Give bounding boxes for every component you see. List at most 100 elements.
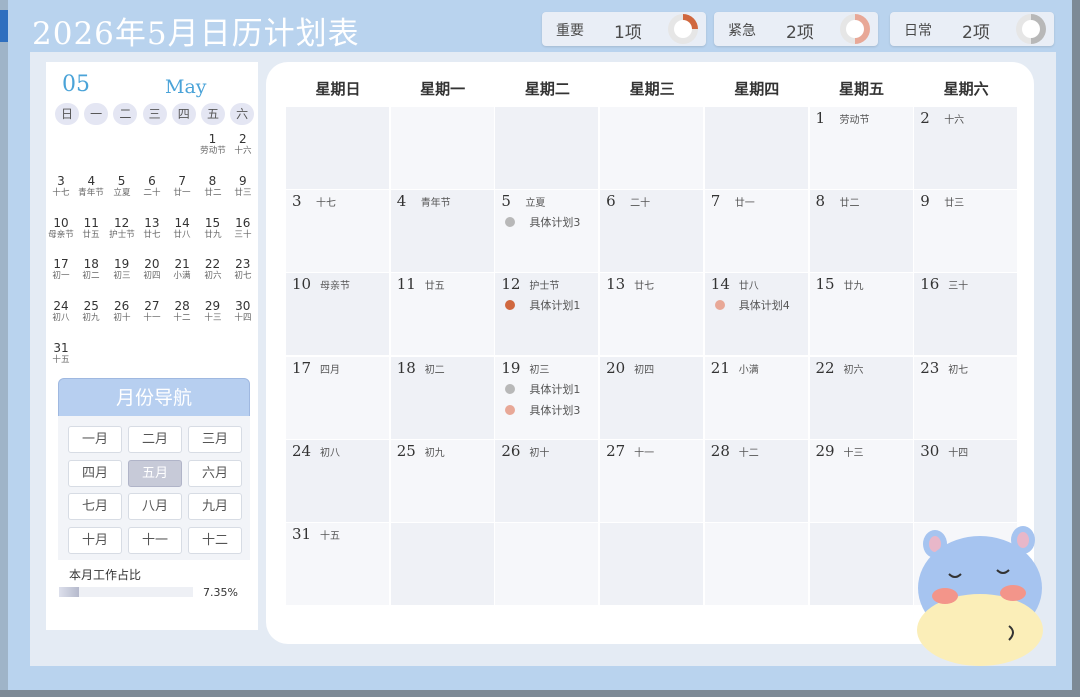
calendar-day-cell[interactable]: 13 廿七 xyxy=(600,273,704,356)
month-button[interactable]: 十二 xyxy=(188,526,242,554)
calendar-day-cell[interactable]: 3 十七 xyxy=(286,190,389,273)
mini-day-cell[interactable]: 10 母亲节 xyxy=(46,216,76,241)
mini-day-cell[interactable]: 13 廿七 xyxy=(137,216,167,241)
calendar-day-cell[interactable]: 2 十六 xyxy=(914,107,1018,189)
mini-day-cell[interactable]: 5 立夏 xyxy=(107,174,137,199)
day-number: 5 xyxy=(501,192,511,211)
mini-day-cell[interactable]: 1 劳动节 xyxy=(198,132,228,157)
day-lunar-label: 青年节 xyxy=(420,198,451,210)
day-lunar-label: 二十 xyxy=(630,198,651,210)
calendar-day-cell[interactable]: 12 护士节 具体计划1 xyxy=(495,273,599,356)
mini-day-cell[interactable]: 20 初四 xyxy=(137,257,167,282)
day-lunar-label: 廿七 xyxy=(634,281,655,293)
calendar-day-cell[interactable]: 22 初六 xyxy=(809,356,913,439)
calendar-day-cell[interactable] xyxy=(495,523,599,605)
mini-day-cell[interactable]: 4 青年节 xyxy=(76,174,106,199)
mini-day-cell[interactable]: 22 初六 xyxy=(198,257,228,282)
calendar-day-cell[interactable]: 26 初十 xyxy=(495,439,599,522)
calendar-day-cell[interactable]: 14 廿八 具体计划4 xyxy=(704,273,808,356)
calendar-day-cell[interactable]: 1 劳动节 xyxy=(809,107,913,189)
month-button[interactable]: 九月 xyxy=(188,493,242,520)
calendar-day-cell[interactable]: 16 三十 xyxy=(914,273,1018,356)
calendar-day-cell[interactable]: 31 十五 xyxy=(286,523,389,605)
mini-weekday-label: 六 xyxy=(230,103,255,125)
calendar-day-cell[interactable]: 4 青年节 xyxy=(390,190,494,273)
calendar-day-cell[interactable]: 5 立夏 具体计划3 xyxy=(495,190,599,273)
mini-day-cell[interactable]: 23 初七 xyxy=(228,257,258,282)
calendar-day-cell[interactable]: 21 小满 xyxy=(704,356,808,439)
day-number: 30 xyxy=(920,441,940,460)
month-button[interactable]: 一月 xyxy=(68,426,122,453)
event-item[interactable]: 具体计划4 xyxy=(714,297,790,313)
calendar-day-cell[interactable] xyxy=(495,107,599,189)
event-item[interactable]: 具体计划1 xyxy=(505,297,580,313)
calendar-day-cell[interactable]: 17 四月 xyxy=(286,356,389,439)
calendar-day-cell[interactable] xyxy=(704,523,808,605)
mini-day-cell[interactable]: 14 廿八 xyxy=(167,216,197,241)
mini-day-cell[interactable]: 19 初三 xyxy=(107,257,137,282)
calendar-day-cell[interactable]: 8 廿二 xyxy=(809,190,913,273)
mini-day-cell[interactable]: 6 二十 xyxy=(137,174,167,199)
mini-day-cell[interactable]: 31 十五 xyxy=(46,341,76,366)
calendar-day-cell[interactable] xyxy=(390,107,494,189)
mini-day-cell[interactable]: 9 廿三 xyxy=(228,174,258,199)
event-item[interactable]: 具体计划1 xyxy=(505,381,580,397)
day-number: 28 xyxy=(710,441,730,460)
calendar-day-cell[interactable] xyxy=(704,107,808,189)
month-button[interactable]: 八月 xyxy=(128,493,182,520)
month-button[interactable]: 三月 xyxy=(188,426,242,453)
calendar-day-cell[interactable]: 30 十四 xyxy=(914,439,1018,522)
month-button[interactable]: 四月 xyxy=(68,459,122,487)
mini-day-cell[interactable]: 16 三十 xyxy=(228,216,258,241)
calendar-day-cell[interactable]: 25 初九 xyxy=(390,439,494,522)
day-number: 4 xyxy=(396,192,407,211)
calendar-day-cell[interactable]: 29 十三 xyxy=(809,439,913,522)
calendar-day-cell[interactable]: 9 廿三 xyxy=(914,190,1018,273)
mini-day-cell[interactable]: 27 十一 xyxy=(137,299,167,324)
mini-day-cell[interactable]: 3 十七 xyxy=(46,174,76,199)
mini-day-cell[interactable]: 18 初二 xyxy=(76,257,106,282)
mini-day-cell[interactable]: 25 初九 xyxy=(76,299,106,324)
calendar-day-cell[interactable]: 6 二十 xyxy=(600,190,704,273)
calendar-day-cell[interactable]: 10 母亲节 xyxy=(286,273,389,356)
event-item[interactable]: 具体计划3 xyxy=(505,214,580,230)
mini-day-cell[interactable]: 11 廿五 xyxy=(76,216,106,241)
calendar-day-cell[interactable]: 18 初二 xyxy=(390,356,494,439)
mini-day-cell[interactable]: 29 十三 xyxy=(198,299,228,324)
month-button[interactable]: 六月 xyxy=(188,459,242,487)
calendar-day-cell[interactable]: 11 廿五 xyxy=(390,273,494,356)
mini-day-cell[interactable]: 30 十四 xyxy=(228,299,258,324)
calendar-day-cell[interactable]: 27 十一 xyxy=(600,439,704,522)
day-number: 29 xyxy=(815,441,835,460)
calendar-day-cell[interactable]: 19 初三 具体计划1 具体计划3 xyxy=(495,356,599,439)
month-button[interactable]: 七月 xyxy=(68,493,122,520)
month-button[interactable]: 五月 xyxy=(128,459,182,487)
month-button[interactable]: 十一 xyxy=(128,526,182,554)
mini-day-number: 5 xyxy=(117,173,126,188)
calendar-day-cell[interactable] xyxy=(390,523,494,605)
mini-day-cell[interactable]: 8 廿二 xyxy=(198,174,228,199)
mini-day-cell[interactable]: 28 十二 xyxy=(167,299,197,324)
mini-day-cell[interactable]: 12 护士节 xyxy=(107,216,137,241)
mini-day-cell[interactable]: 15 廿九 xyxy=(198,216,228,241)
day-lunar-label: 廿二 xyxy=(839,198,860,210)
calendar-day-cell[interactable] xyxy=(600,523,704,605)
calendar-day-cell[interactable]: 28 十二 xyxy=(704,439,808,522)
calendar-day-cell[interactable]: 15 廿九 xyxy=(809,273,913,356)
month-button[interactable]: 二月 xyxy=(128,426,182,453)
mini-day-cell[interactable]: 7 廿一 xyxy=(167,174,197,199)
mini-day-cell[interactable]: 17 初一 xyxy=(46,257,76,282)
calendar-day-cell[interactable]: 23 初七 xyxy=(914,356,1018,439)
calendar-day-cell[interactable] xyxy=(286,107,389,189)
mini-day-cell[interactable]: 26 初十 xyxy=(107,299,137,324)
calendar-day-cell[interactable] xyxy=(600,107,704,189)
calendar-day-cell[interactable] xyxy=(809,523,913,605)
calendar-day-cell[interactable]: 24 初八 xyxy=(286,439,389,522)
mini-day-cell[interactable]: 2 十六 xyxy=(228,132,258,157)
mini-day-cell[interactable]: 21 小满 xyxy=(167,257,197,282)
event-item[interactable]: 具体计划3 xyxy=(505,402,580,418)
mini-day-cell[interactable]: 24 初八 xyxy=(46,299,76,324)
calendar-day-cell[interactable]: 20 初四 xyxy=(600,356,704,439)
month-button[interactable]: 十月 xyxy=(68,526,122,554)
calendar-day-cell[interactable]: 7 廿一 xyxy=(704,190,808,273)
